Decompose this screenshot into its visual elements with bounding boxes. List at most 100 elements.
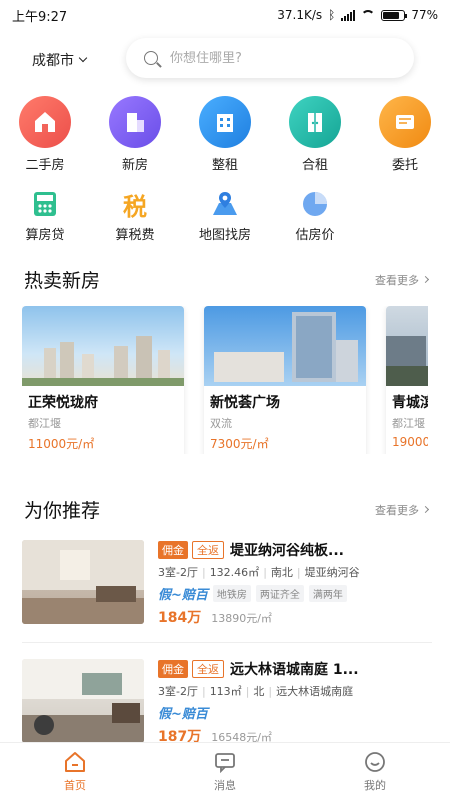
category-row: 二手房 新房 整租 合租 委托 <box>0 96 450 173</box>
commission-tag: 佣金 <box>158 660 188 678</box>
chevron-down-icon <box>78 53 88 63</box>
feature-tag: 满两年 <box>308 585 347 602</box>
apartment-icon <box>199 96 251 148</box>
building-icon <box>109 96 161 148</box>
property-photo <box>386 306 428 386</box>
smiley-icon <box>365 752 385 772</box>
view-more-label: 查看更多 <box>375 273 419 287</box>
tab-label: 首页 <box>64 779 86 792</box>
pie-chart-icon <box>299 188 331 220</box>
listing-community: 远大林语城南庭 <box>276 685 354 698</box>
category-hezu[interactable]: 合租 <box>270 96 360 173</box>
listing-orientation: 北 <box>253 685 265 698</box>
property-name: 正荣悦珑府 <box>28 395 98 411</box>
section-title: 热卖新房 <box>24 270 101 292</box>
status-time: 上午9:27 <box>12 9 68 25</box>
view-more-link[interactable]: 查看更多 <box>375 502 430 518</box>
hot-card[interactable]: 新悦荟广场 双流 7300元/㎡ <box>204 306 366 454</box>
hot-carousel[interactable]: 正荣悦珑府 都江堰 11000元/㎡ 新悦荟广场 双流 7300元/㎡ 青城滨 … <box>22 306 428 454</box>
property-district: 双流 <box>210 417 232 430</box>
listing-layout: 3室-2厅 <box>158 685 198 698</box>
listing-photo <box>22 540 144 624</box>
city-selector[interactable]: 成都市 <box>32 50 88 70</box>
tool-row: 算房贷 税 算税费 地图找房 估房价 <box>0 188 450 243</box>
listing-community: 堤亚纳河谷 <box>304 566 360 579</box>
refund-tag: 全返 <box>192 541 224 559</box>
tool-label: 估房价 <box>295 228 335 243</box>
tab-label: 我的 <box>364 779 386 792</box>
top-bar: 成都市 <box>0 38 450 82</box>
map-pin-icon <box>209 188 241 220</box>
view-more-link[interactable]: 查看更多 <box>375 272 430 288</box>
listing-layout: 3室-2厅 <box>158 566 198 579</box>
search-input[interactable] <box>170 50 370 66</box>
wifi-icon <box>361 10 376 20</box>
commission-tag: 佣金 <box>158 541 188 559</box>
tool-tax-calc[interactable]: 税 算税费 <box>90 188 180 244</box>
tab-home[interactable]: 首页 <box>0 743 150 800</box>
tool-price-estimate[interactable]: 估房价 <box>270 188 360 243</box>
property-district: 都江堰 <box>28 417 61 430</box>
battery-icon <box>381 9 408 21</box>
category-weituo[interactable]: 委托 <box>360 96 450 173</box>
tool-label: 地图找房 <box>198 228 251 243</box>
promo-badge: 假~赔百 <box>158 588 208 603</box>
signal-icon <box>341 9 356 21</box>
property-name: 青城滨 <box>392 395 428 411</box>
listing-title: 堤亚纳河谷纯板... <box>230 543 344 559</box>
status-bar: 上午9:27 37.1K/s ᛒ 77% <box>0 0 450 30</box>
chevron-right-icon <box>421 505 430 514</box>
document-icon <box>379 96 431 148</box>
section-title: 为你推荐 <box>24 500 101 522</box>
bluetooth-icon: ᛒ <box>328 8 336 22</box>
calculator-icon <box>29 188 61 220</box>
category-zhengzu[interactable]: 整租 <box>180 96 270 173</box>
refund-tag: 全返 <box>192 660 224 678</box>
tab-messages[interactable]: 消息 <box>150 743 300 800</box>
tool-map-search[interactable]: 地图找房 <box>180 188 270 243</box>
listing-area: 113㎡ <box>209 685 242 698</box>
divider <box>22 642 432 643</box>
listing-attributes: 3室-2厅 | 132.46㎡ | 南北 | 堤亚纳河谷 <box>158 566 360 579</box>
recommend-section-header: 为你推荐 查看更多 <box>24 496 430 523</box>
hot-card[interactable]: 正荣悦珑府 都江堰 11000元/㎡ <box>22 306 184 454</box>
tab-label: 消息 <box>214 779 236 792</box>
listing-tags: 假~赔百 地铁房 两证齐全 满两年 <box>158 584 430 603</box>
search-bar[interactable] <box>126 38 414 78</box>
message-icon <box>215 753 235 773</box>
category-ershoufang[interactable]: 二手房 <box>0 96 90 173</box>
bottom-tab-bar: 首页 消息 我的 <box>0 742 450 800</box>
listing-area: 132.46㎡ <box>209 566 260 579</box>
hot-card[interactable]: 青城滨 都江堰 19000 <box>386 306 428 454</box>
tool-mortgage-calc[interactable]: 算房贷 <box>0 188 90 243</box>
recommend-list: 佣金 全返 堤亚纳河谷纯板... 3室-2厅 | 132.46㎡ | 南北 | 堤亚纳河谷 … <box>22 540 432 759</box>
property-district: 都江堰 <box>392 417 425 430</box>
category-label: 二手房 <box>25 158 65 173</box>
network-speed: 37.1K/s <box>277 8 323 22</box>
property-photo <box>204 306 366 386</box>
hot-section-header: 热卖新房 查看更多 <box>24 266 430 293</box>
tool-label: 算房贷 <box>25 228 65 243</box>
tax-glyph: 税 <box>123 192 147 221</box>
door-icon <box>289 96 341 148</box>
home-icon <box>65 752 85 772</box>
listing-unit-price: 13890元/㎡ <box>211 612 272 625</box>
category-label: 委托 <box>391 158 418 173</box>
city-label: 成都市 <box>32 53 74 69</box>
property-price: 7300元/㎡ <box>210 437 269 451</box>
category-xinfang[interactable]: 新房 <box>90 96 180 173</box>
category-label: 整租 <box>211 158 238 173</box>
property-price: 11000元/㎡ <box>28 437 95 451</box>
listing-item[interactable]: 佣金 全返 堤亚纳河谷纯板... 3室-2厅 | 132.46㎡ | 南北 | 堤亚纳河谷 … <box>22 540 432 640</box>
property-name: 新悦荟广场 <box>210 395 280 411</box>
battery-level: 77% <box>411 8 438 22</box>
listing-title: 远大林语城南庭 1... <box>230 662 359 678</box>
view-more-label: 查看更多 <box>375 503 419 517</box>
property-photo <box>22 306 184 386</box>
tax-icon: 税 <box>119 188 151 221</box>
listing-attributes: 3室-2厅 | 113㎡ | 北 | 远大林语城南庭 <box>158 685 354 698</box>
feature-tag: 地铁房 <box>212 585 251 602</box>
tab-profile[interactable]: 我的 <box>300 743 450 800</box>
listing-price: 184万 <box>158 610 202 626</box>
property-price: 19000 <box>392 435 428 449</box>
